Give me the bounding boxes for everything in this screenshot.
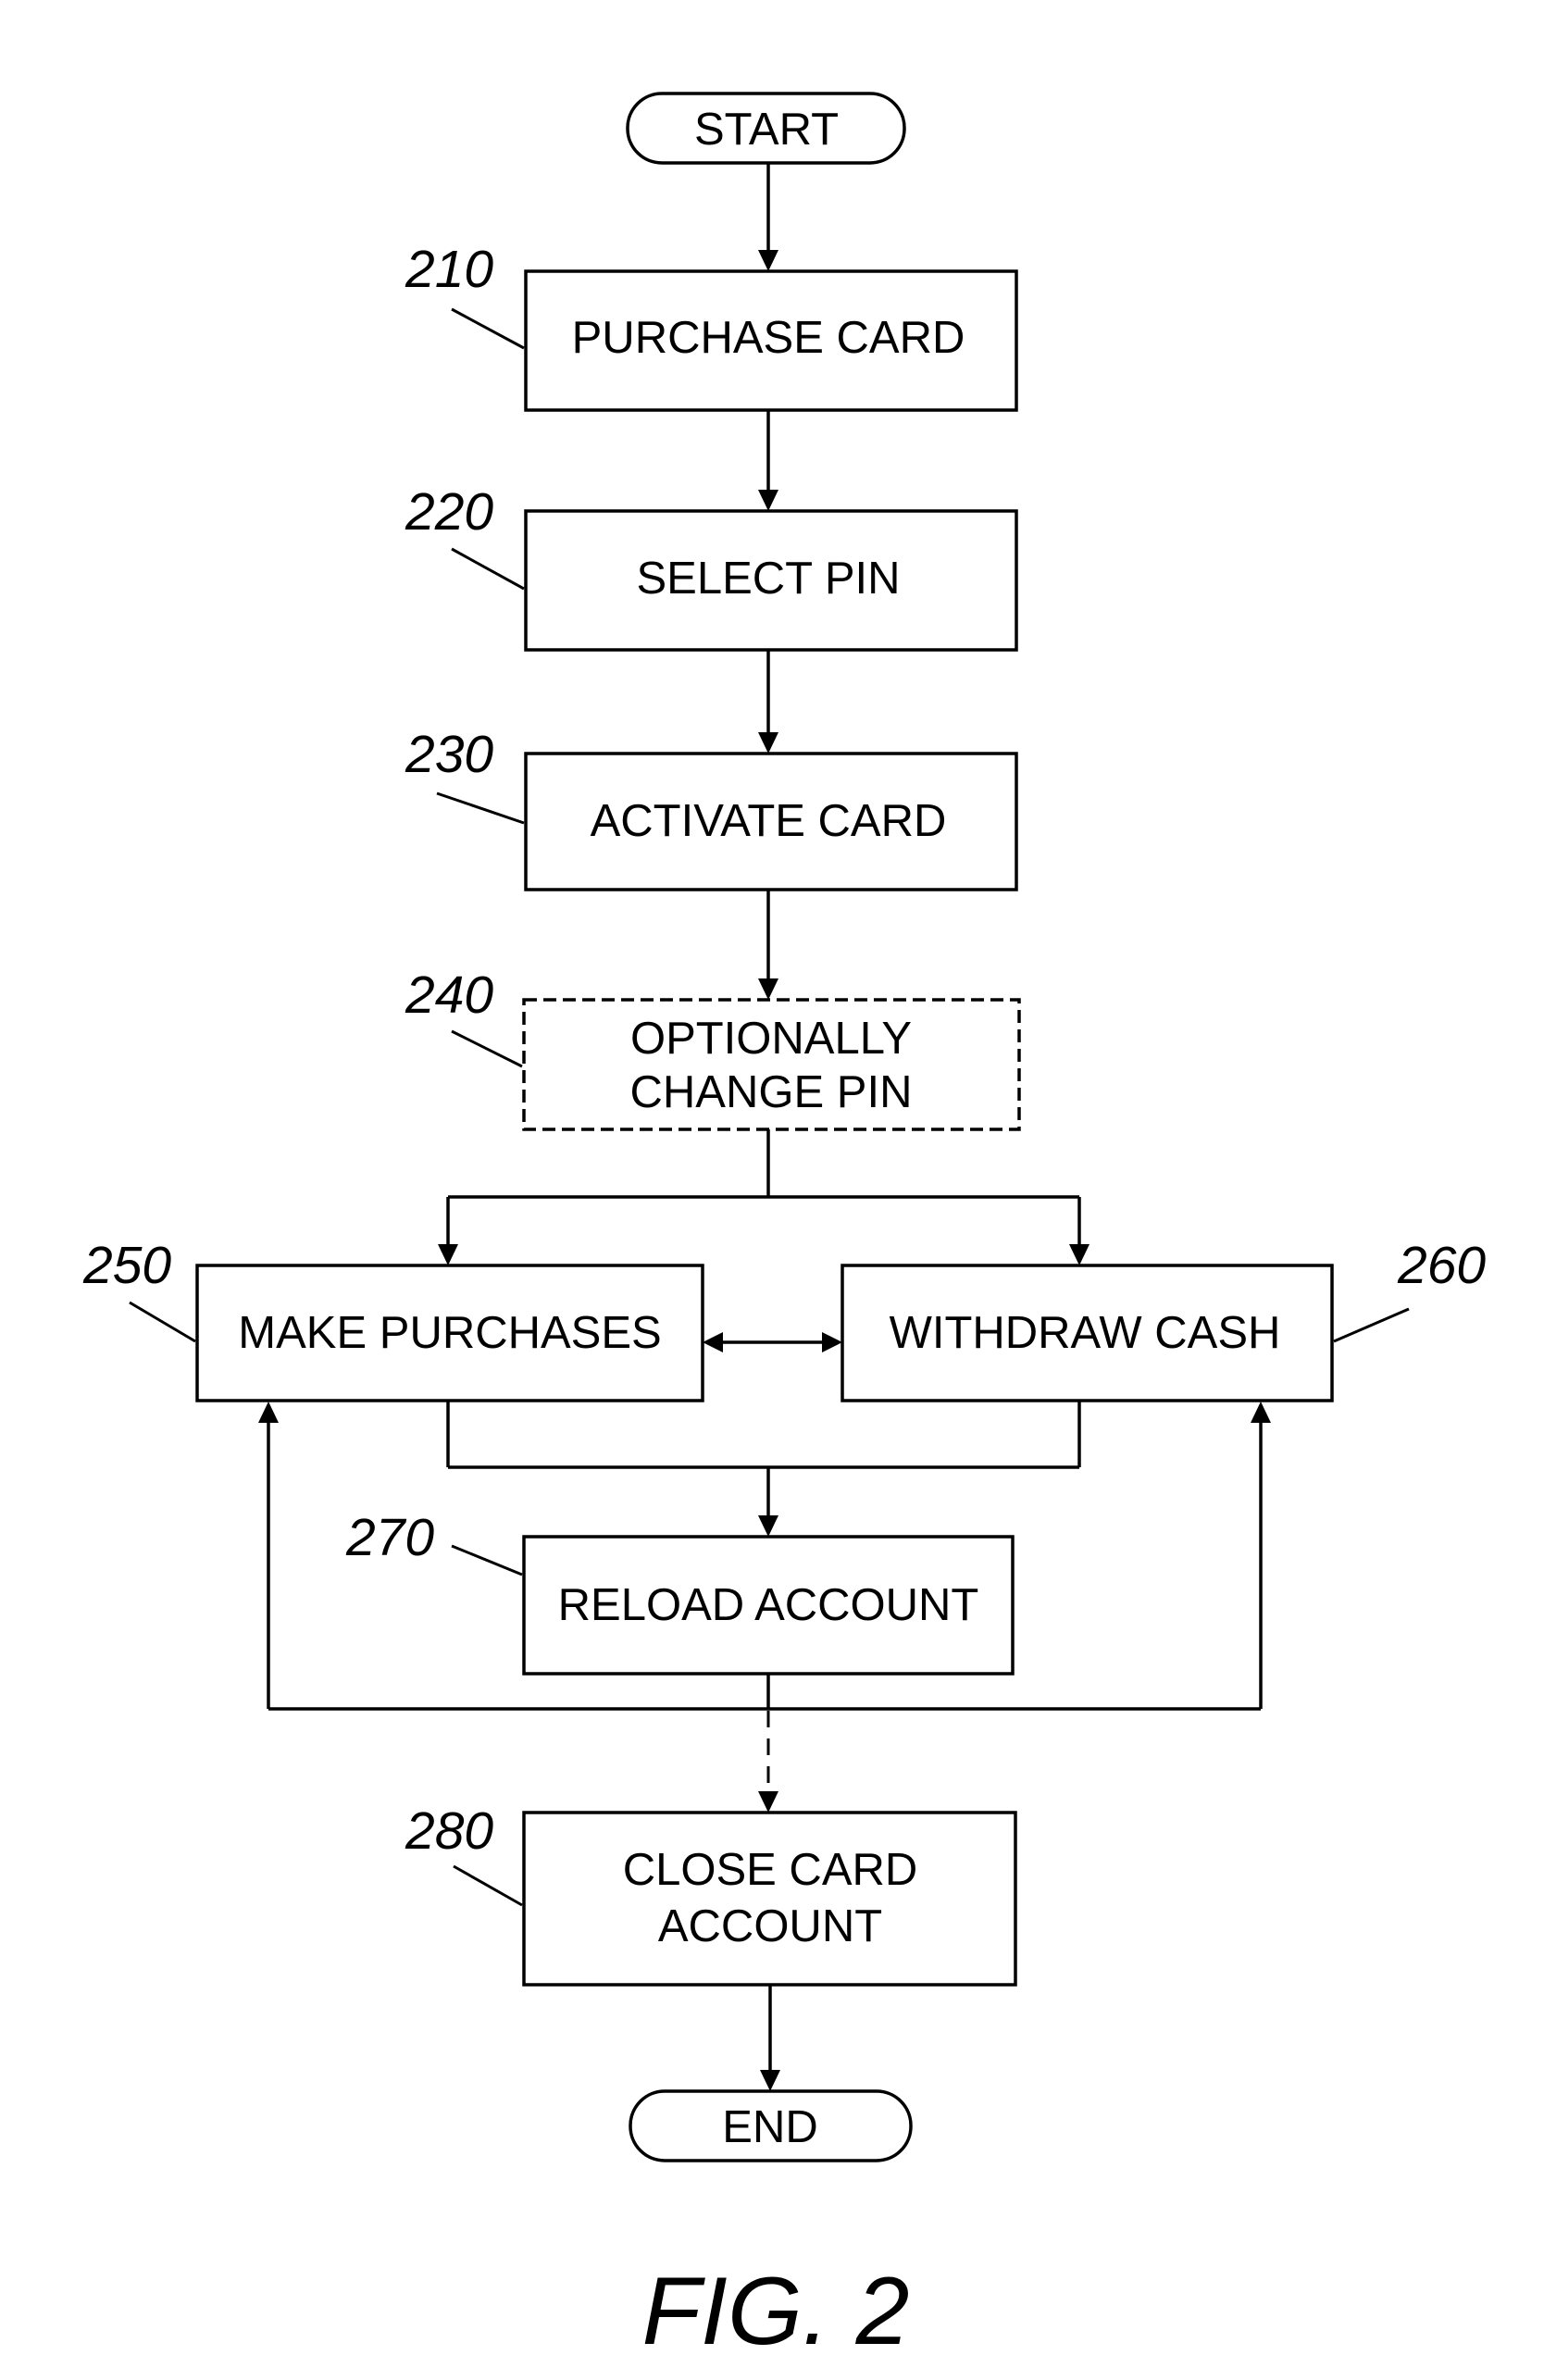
arrowhead-280-to-end	[760, 2070, 780, 2091]
step-label: MAKE PURCHASES	[238, 1308, 661, 1358]
step-optionally-change-pin: OPTIONALLY CHANGE PIN 240	[405, 966, 1021, 1131]
terminal-start: START	[626, 92, 906, 165]
ref-number: 280	[405, 1801, 493, 1861]
flowchart: START END PURCHASE CARD 210 SELECT PIN 2…	[82, 92, 1486, 2365]
step-purchase-card: PURCHASE CARD 210	[405, 240, 1018, 412]
ref-number: 210	[405, 240, 493, 299]
arrowhead-start-to-210	[758, 250, 778, 271]
leader-line	[1333, 1307, 1410, 1343]
arrowhead-merge-to-270	[758, 1515, 778, 1537]
arrowhead-220-to-230	[758, 732, 778, 754]
leader-line	[436, 791, 525, 825]
step-label: WITHDRAW CASH	[890, 1308, 1281, 1358]
ref-number: 240	[405, 966, 493, 1025]
arrowhead-240-to-250	[438, 1244, 458, 1265]
arrowhead-230-to-240	[758, 978, 778, 1000]
leader-line	[129, 1301, 196, 1343]
arrowhead-loop-to-260	[1251, 1402, 1271, 1423]
leader-line	[451, 307, 525, 350]
ref-number: 260	[1397, 1236, 1486, 1295]
arrowhead-loop-to-250	[258, 1402, 279, 1423]
arrowhead-240-to-260	[1069, 1244, 1090, 1265]
leader-line	[451, 547, 525, 591]
step-withdraw-cash: WITHDRAW CASH 260	[840, 1236, 1486, 1402]
arrowhead-210-to-220	[758, 490, 778, 511]
step-label: RELOAD ACCOUNT	[558, 1580, 979, 1630]
arrowhead-270-to-280	[758, 1791, 778, 1813]
ref-number: 270	[345, 1508, 434, 1567]
step-make-purchases: MAKE PURCHASES 250	[82, 1236, 704, 1402]
end-label: END	[722, 2102, 817, 2152]
step-label: SELECT PIN	[636, 554, 900, 604]
step-reload-account: RELOAD ACCOUNT 270	[345, 1508, 1015, 1676]
step-box	[522, 1811, 1017, 1987]
leader-line	[451, 1029, 523, 1068]
step-activate-card: ACTIVATE CARD 230	[405, 725, 1018, 891]
step-label-line1: OPTIONALLY	[630, 1014, 912, 1064]
step-label-line1: CLOSE CARD	[623, 1845, 918, 1895]
arrowhead-into-250	[703, 1332, 723, 1352]
step-label: PURCHASE CARD	[572, 313, 965, 363]
ref-number: 230	[405, 725, 493, 784]
ref-number: 220	[405, 482, 493, 542]
step-close-card-account: CLOSE CARD ACCOUNT 280	[405, 1801, 1017, 1987]
step-select-pin: SELECT PIN 220	[405, 482, 1018, 652]
terminal-end: END	[629, 2089, 913, 2162]
step-label-line2: CHANGE PIN	[630, 1067, 913, 1117]
leader-line	[451, 1544, 523, 1576]
ref-number: 250	[82, 1236, 171, 1295]
step-label-line2: ACCOUNT	[658, 1901, 882, 1951]
leader-line	[453, 1864, 523, 1907]
start-label: START	[694, 105, 839, 155]
figure-caption: FIG. 2	[642, 2258, 910, 2365]
step-label: ACTIVATE CARD	[591, 796, 947, 846]
arrowhead-into-260	[822, 1332, 842, 1352]
